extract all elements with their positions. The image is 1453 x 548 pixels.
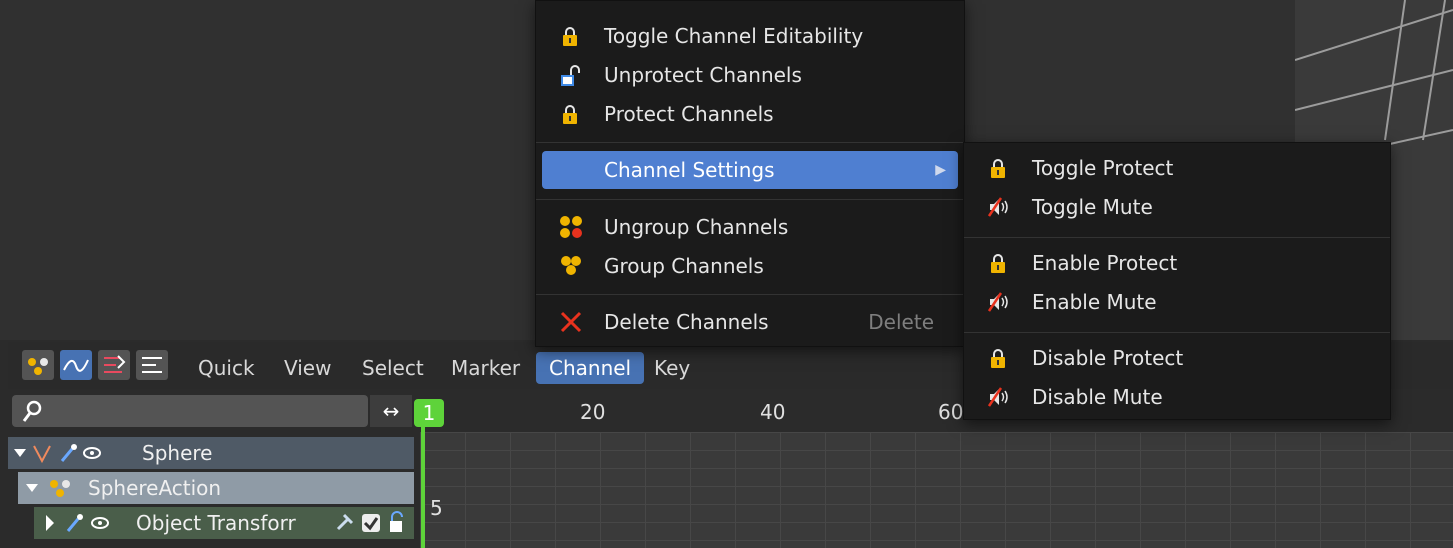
dopesheet-mode-icon[interactable] bbox=[22, 350, 54, 380]
menu-item-label: Ungroup Channels bbox=[604, 215, 789, 239]
channel-row-object-transform[interactable]: Object Transforr bbox=[34, 507, 414, 539]
action-row-icons bbox=[26, 480, 70, 497]
channel-label-object-transform: Object Transforr bbox=[136, 511, 296, 535]
group-icon bbox=[561, 256, 581, 275]
frame-tick: 60 bbox=[938, 400, 964, 424]
channel-search-input[interactable] bbox=[12, 395, 368, 427]
x-icon bbox=[560, 311, 582, 333]
menu-separator bbox=[536, 142, 964, 143]
menu-separator bbox=[964, 332, 1390, 333]
lock-icon bbox=[563, 27, 577, 46]
frame-tick: 20 bbox=[580, 400, 606, 424]
menu-item-enable-protect[interactable]: Enable Protect bbox=[970, 244, 1384, 282]
menu-item-delete-channels[interactable]: Delete Channels Delete bbox=[542, 303, 958, 341]
menu-item-disable-mute[interactable]: Disable Mute bbox=[970, 378, 1384, 416]
menu-channel[interactable]: Channel bbox=[536, 352, 645, 384]
nla-icon[interactable] bbox=[136, 350, 168, 380]
menu-item-toggle-mute[interactable]: Toggle Mute bbox=[970, 188, 1384, 226]
menu-item-label: Group Channels bbox=[604, 254, 764, 278]
lock-icon bbox=[991, 159, 1005, 178]
transform-row-toggles[interactable] bbox=[332, 507, 412, 539]
menu-separator bbox=[536, 199, 964, 200]
menu-item-label: Unprotect Channels bbox=[604, 63, 802, 87]
menu-item-label: Delete Channels bbox=[604, 310, 769, 334]
channel-label-sphereaction: SphereAction bbox=[88, 476, 222, 500]
menu-item-label: Toggle Channel Editability bbox=[604, 24, 864, 48]
menu-quick[interactable]: Quick bbox=[190, 352, 263, 384]
menu-item-toggle-protect[interactable]: Toggle Protect bbox=[970, 149, 1384, 187]
shortcut-label: Delete bbox=[868, 310, 934, 334]
unlock-icon bbox=[561, 65, 580, 86]
menu-item-unprotect-channels[interactable]: Unprotect Channels bbox=[542, 56, 958, 94]
channel-menu: Toggle Channel Editability Unprotect Cha… bbox=[535, 0, 965, 347]
lock-icon bbox=[991, 349, 1005, 368]
menu-item-label: Channel Settings bbox=[604, 158, 775, 182]
mute-icon bbox=[988, 387, 1008, 407]
playhead-line[interactable] bbox=[421, 420, 425, 548]
menu-item-protect-channels[interactable]: Protect Channels bbox=[542, 95, 958, 133]
menu-item-enable-mute[interactable]: Enable Mute bbox=[970, 283, 1384, 321]
menu-item-group-channels[interactable]: Group Channels bbox=[542, 247, 958, 285]
menu-separator bbox=[536, 294, 964, 295]
current-frame-indicator[interactable]: 1 bbox=[414, 399, 444, 427]
transform-row-icons bbox=[46, 514, 109, 532]
swap-arrows-icon[interactable]: ↔ bbox=[370, 395, 412, 427]
channel-label-sphere: Sphere bbox=[142, 441, 213, 465]
menu-item-label: Protect Channels bbox=[604, 102, 774, 126]
menu-view[interactable]: View bbox=[276, 352, 339, 384]
mute-icon bbox=[988, 292, 1008, 312]
graph-editor-icon[interactable] bbox=[60, 350, 92, 380]
drivers-icon[interactable] bbox=[98, 350, 130, 380]
menu-item-label: Disable Protect bbox=[1032, 346, 1184, 370]
channel-row-sphere[interactable]: Sphere bbox=[8, 437, 414, 469]
menu-key[interactable]: Key bbox=[646, 352, 698, 384]
menu-item-label: Toggle Mute bbox=[1032, 195, 1153, 219]
channel-settings-submenu: Toggle Protect Toggle Mute Enable Protec… bbox=[963, 142, 1391, 420]
menu-select[interactable]: Select bbox=[354, 352, 432, 384]
menu-item-toggle-channel-editability[interactable]: Toggle Channel Editability bbox=[542, 17, 958, 55]
submenu-arrow-icon: ▶ bbox=[935, 162, 946, 178]
menu-item-label: Enable Protect bbox=[1032, 251, 1178, 275]
menu-item-channel-settings[interactable]: Channel Settings ▶ bbox=[542, 151, 958, 189]
menu-marker[interactable]: Marker bbox=[443, 352, 528, 384]
grid-row-label: 5 bbox=[430, 496, 443, 520]
frame-tick: 40 bbox=[760, 400, 786, 424]
mute-icon bbox=[988, 197, 1008, 217]
menu-item-label: Disable Mute bbox=[1032, 385, 1163, 409]
lock-icon bbox=[563, 105, 577, 124]
menu-item-ungroup-channels[interactable]: Ungroup Channels bbox=[542, 208, 958, 246]
menu-item-label: Enable Mute bbox=[1032, 290, 1157, 314]
keyframe-grid[interactable] bbox=[420, 432, 1453, 548]
channel-row-sphereaction[interactable]: SphereAction bbox=[18, 472, 414, 504]
sphere-row-icons bbox=[14, 444, 101, 464]
search-icon bbox=[22, 400, 42, 422]
ungroup-icon bbox=[560, 216, 582, 238]
menu-item-disable-protect[interactable]: Disable Protect bbox=[970, 339, 1384, 377]
lock-icon bbox=[991, 254, 1005, 273]
menu-item-label: Toggle Protect bbox=[1032, 156, 1174, 180]
menu-separator bbox=[964, 237, 1390, 238]
